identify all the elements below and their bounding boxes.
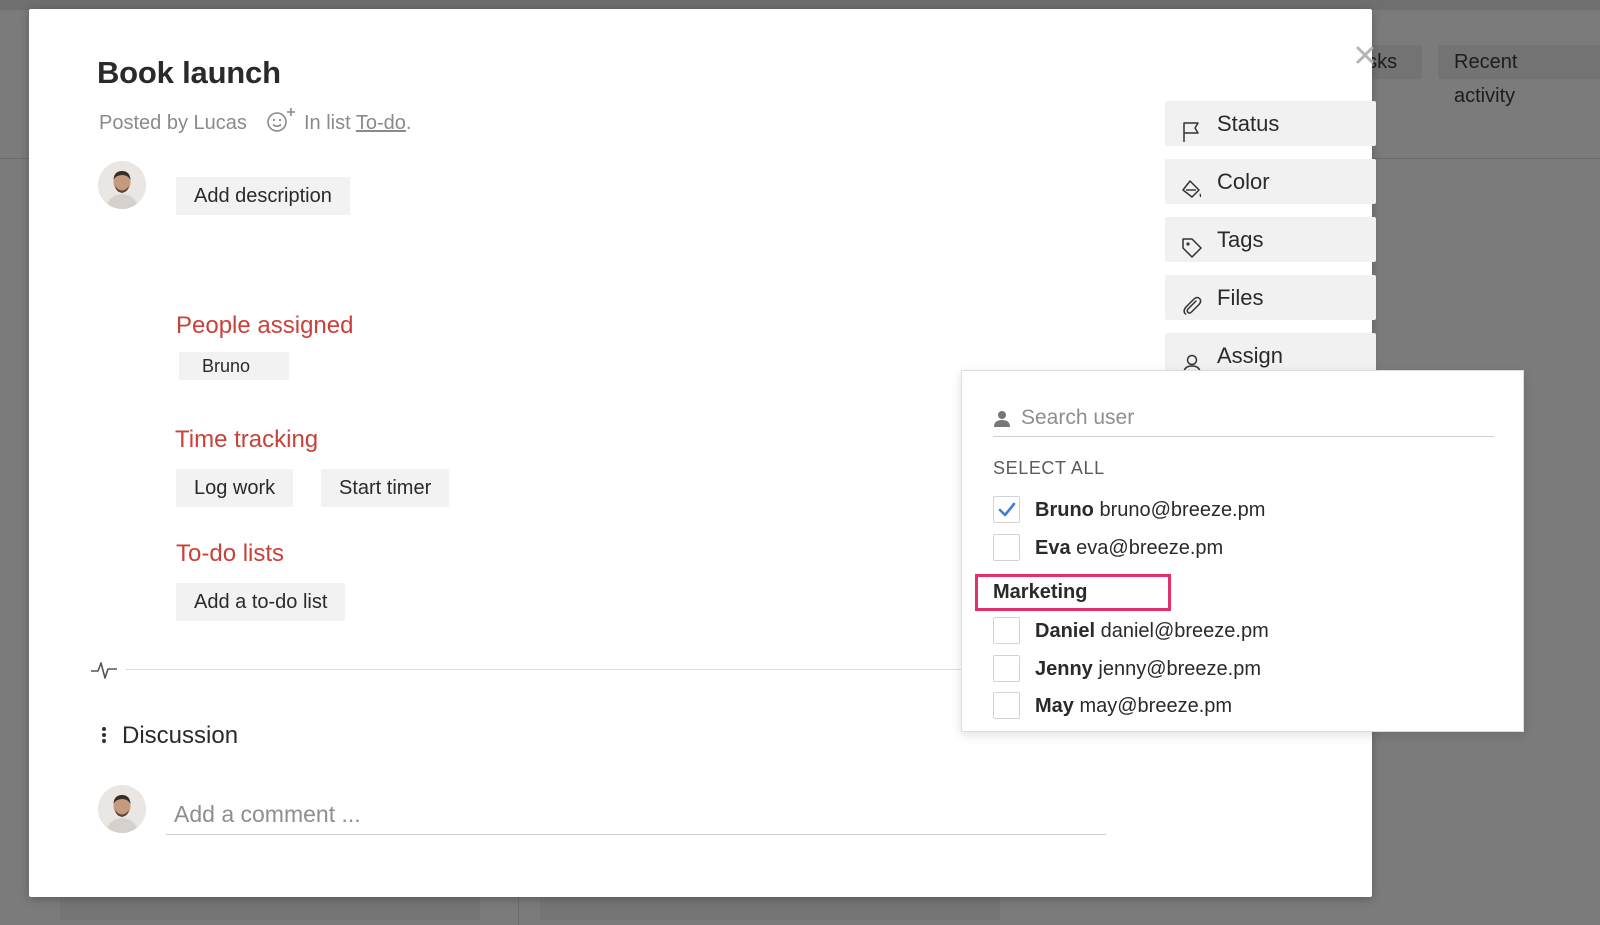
add-description-button[interactable]: Add description [176,177,350,215]
color-button[interactable]: Color [1165,159,1376,204]
todo-lists-heading: To-do lists [176,540,285,567]
user-checkbox[interactable] [993,534,1020,561]
comment-input[interactable] [166,795,1106,835]
search-user-field [993,401,1494,437]
user-name: Daniel daniel@breeze.pm [1035,620,1269,642]
select-all-link[interactable]: SELECT ALL [993,458,1105,479]
user-email: daniel@breeze.pm [1100,620,1269,642]
user-name: Jenny jenny@breeze.pm [1035,658,1261,680]
user-name: Bruno bruno@breeze.pm [1035,499,1266,521]
assign-label: Assign [1217,343,1284,368]
status-button[interactable]: Status [1165,101,1376,146]
user-name: May may@breeze.pm [1035,695,1233,717]
activity-icon[interactable] [90,660,118,685]
time-tracking-heading: Time tracking [175,426,319,453]
user-email: jenny@breeze.pm [1098,658,1261,680]
discussion-heading: Discussion [122,722,239,749]
paint-bucket-icon [1181,171,1203,198]
activity-divider [125,669,990,670]
avatar [98,785,146,833]
add-todo-list-button[interactable]: Add a to-do list [176,583,346,621]
files-label: Files [1217,285,1264,310]
assigned-person-chip[interactable]: Bruno [179,352,289,380]
user-icon [993,410,1011,433]
background-tab-recent-activity: Recent activity [1438,45,1600,107]
people-assigned-heading: People assigned [176,312,354,339]
user-checkbox[interactable] [993,655,1020,682]
in-list-label: In list [304,112,351,134]
posted-by-text: Posted by Lucas [99,112,247,134]
search-user-input[interactable] [1021,401,1491,435]
task-meta: Posted by Lucas In list To-do. [99,107,411,139]
add-reaction-icon[interactable] [266,107,296,139]
flag-icon [1181,113,1203,142]
files-button[interactable]: Files [1165,275,1376,320]
close-icon[interactable] [1354,44,1376,66]
start-timer-button[interactable]: Start timer [321,469,450,507]
user-name: Eva eva@breeze.pm [1035,537,1224,559]
user-email: bruno@breeze.pm [1099,499,1266,521]
user-email: eva@breeze.pm [1076,537,1224,559]
user-checkbox[interactable] [993,617,1020,644]
paperclip-icon [1181,287,1203,315]
assign-dropdown: SELECT ALL Bruno bruno@breeze.pm Eva eva… [961,370,1524,732]
user-email: may@breeze.pm [1079,695,1233,717]
tags-button[interactable]: Tags [1165,217,1376,262]
tags-label: Tags [1217,227,1264,252]
user-checkbox[interactable] [993,692,1020,719]
task-title[interactable]: Book launch [97,55,281,91]
avatar [98,161,146,209]
group-marketing-label[interactable]: Marketing [975,574,1171,611]
color-label: Color [1217,169,1270,194]
user-checkbox[interactable] [993,496,1020,523]
tag-icon [1181,229,1203,258]
user-icon [1181,345,1203,374]
status-label: Status [1217,111,1280,136]
more-vertical-icon[interactable] [101,727,107,747]
list-suffix: . [405,112,412,134]
list-link[interactable]: To-do [356,112,406,134]
log-work-button[interactable]: Log work [176,469,294,507]
